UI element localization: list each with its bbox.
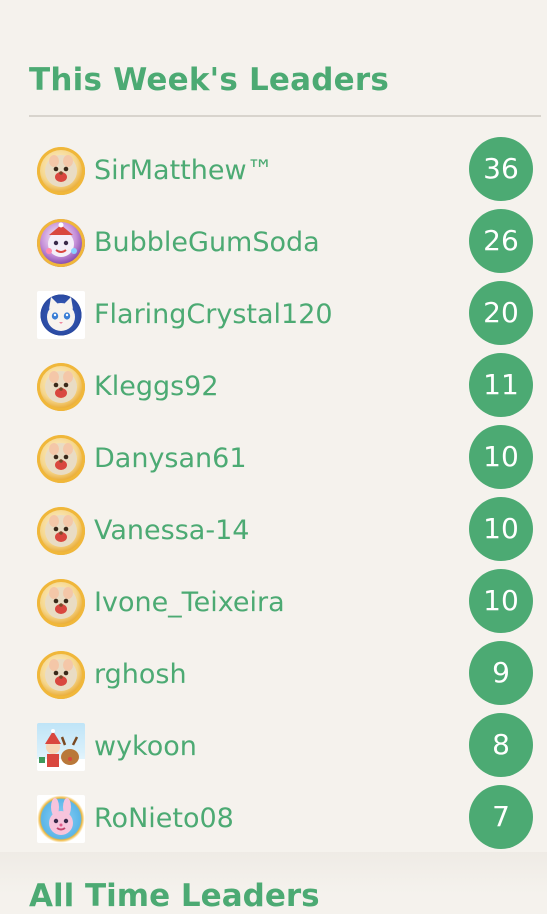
score-badge: 20 [469, 281, 533, 345]
leaderboard-row[interactable]: Ivone_Teixeira 10 [0, 565, 547, 637]
purple-bubble-character-avatar-icon[interactable] [37, 219, 85, 267]
section-title: This Week's Leaders [29, 62, 390, 98]
leaderboard-row[interactable]: rghosh 9 [0, 637, 547, 709]
player-name[interactable]: Kleggs92 [94, 369, 219, 405]
golden-hamster-avatar-icon[interactable] [37, 435, 85, 483]
christmas-reindeer-avatar-icon[interactable] [37, 723, 85, 771]
player-name[interactable]: BubbleGumSoda [94, 225, 320, 261]
golden-hamster-avatar-icon[interactable] [37, 651, 85, 699]
golden-hamster-avatar-icon[interactable] [37, 507, 85, 555]
top-spacer [0, 0, 547, 30]
golden-hamster-avatar-icon[interactable] [37, 147, 85, 195]
leaderboard-row[interactable]: FlaringCrystal120 20 [0, 277, 547, 349]
leaderboard-row[interactable]: Kleggs92 11 [0, 349, 547, 421]
player-name[interactable]: Ivone_Teixeira [94, 585, 285, 621]
player-name[interactable]: FlaringCrystal120 [94, 297, 333, 333]
score-badge: 11 [469, 353, 533, 417]
score-badge: 8 [469, 713, 533, 777]
leaderboard-row[interactable]: BubbleGumSoda 26 [0, 205, 547, 277]
pink-bunny-avatar-icon[interactable] [37, 795, 85, 843]
score-badge: 10 [469, 425, 533, 489]
next-section-title: All Time Leaders [29, 878, 320, 914]
leaderboard-row[interactable]: SirMatthew™ 36 [0, 133, 547, 205]
leaderboard-row[interactable]: RoNieto08 7 [0, 781, 547, 853]
player-name[interactable]: Vanessa-14 [94, 513, 249, 549]
player-name[interactable]: SirMatthew™ [94, 153, 274, 189]
score-badge: 26 [469, 209, 533, 273]
player-name[interactable]: wykoon [94, 729, 197, 765]
leaderboard-list: SirMatthew™ 36 BubbleGumSoda 26 FlaringC… [0, 133, 547, 853]
golden-hamster-avatar-icon[interactable] [37, 579, 85, 627]
score-badge: 10 [469, 497, 533, 561]
player-name[interactable]: rghosh [94, 657, 187, 693]
score-badge: 7 [469, 785, 533, 849]
player-name[interactable]: RoNieto08 [94, 801, 234, 837]
title-divider [29, 115, 541, 117]
golden-hamster-avatar-icon[interactable] [37, 363, 85, 411]
score-badge: 10 [469, 569, 533, 633]
player-name[interactable]: Danysan61 [94, 441, 247, 477]
score-badge: 9 [469, 641, 533, 705]
white-cat-avatar-icon[interactable] [37, 291, 85, 339]
score-badge: 36 [469, 137, 533, 201]
leaderboard-row[interactable]: Danysan61 10 [0, 421, 547, 493]
leaderboard-row[interactable]: wykoon 8 [0, 709, 547, 781]
leaderboard-row[interactable]: Vanessa-14 10 [0, 493, 547, 565]
